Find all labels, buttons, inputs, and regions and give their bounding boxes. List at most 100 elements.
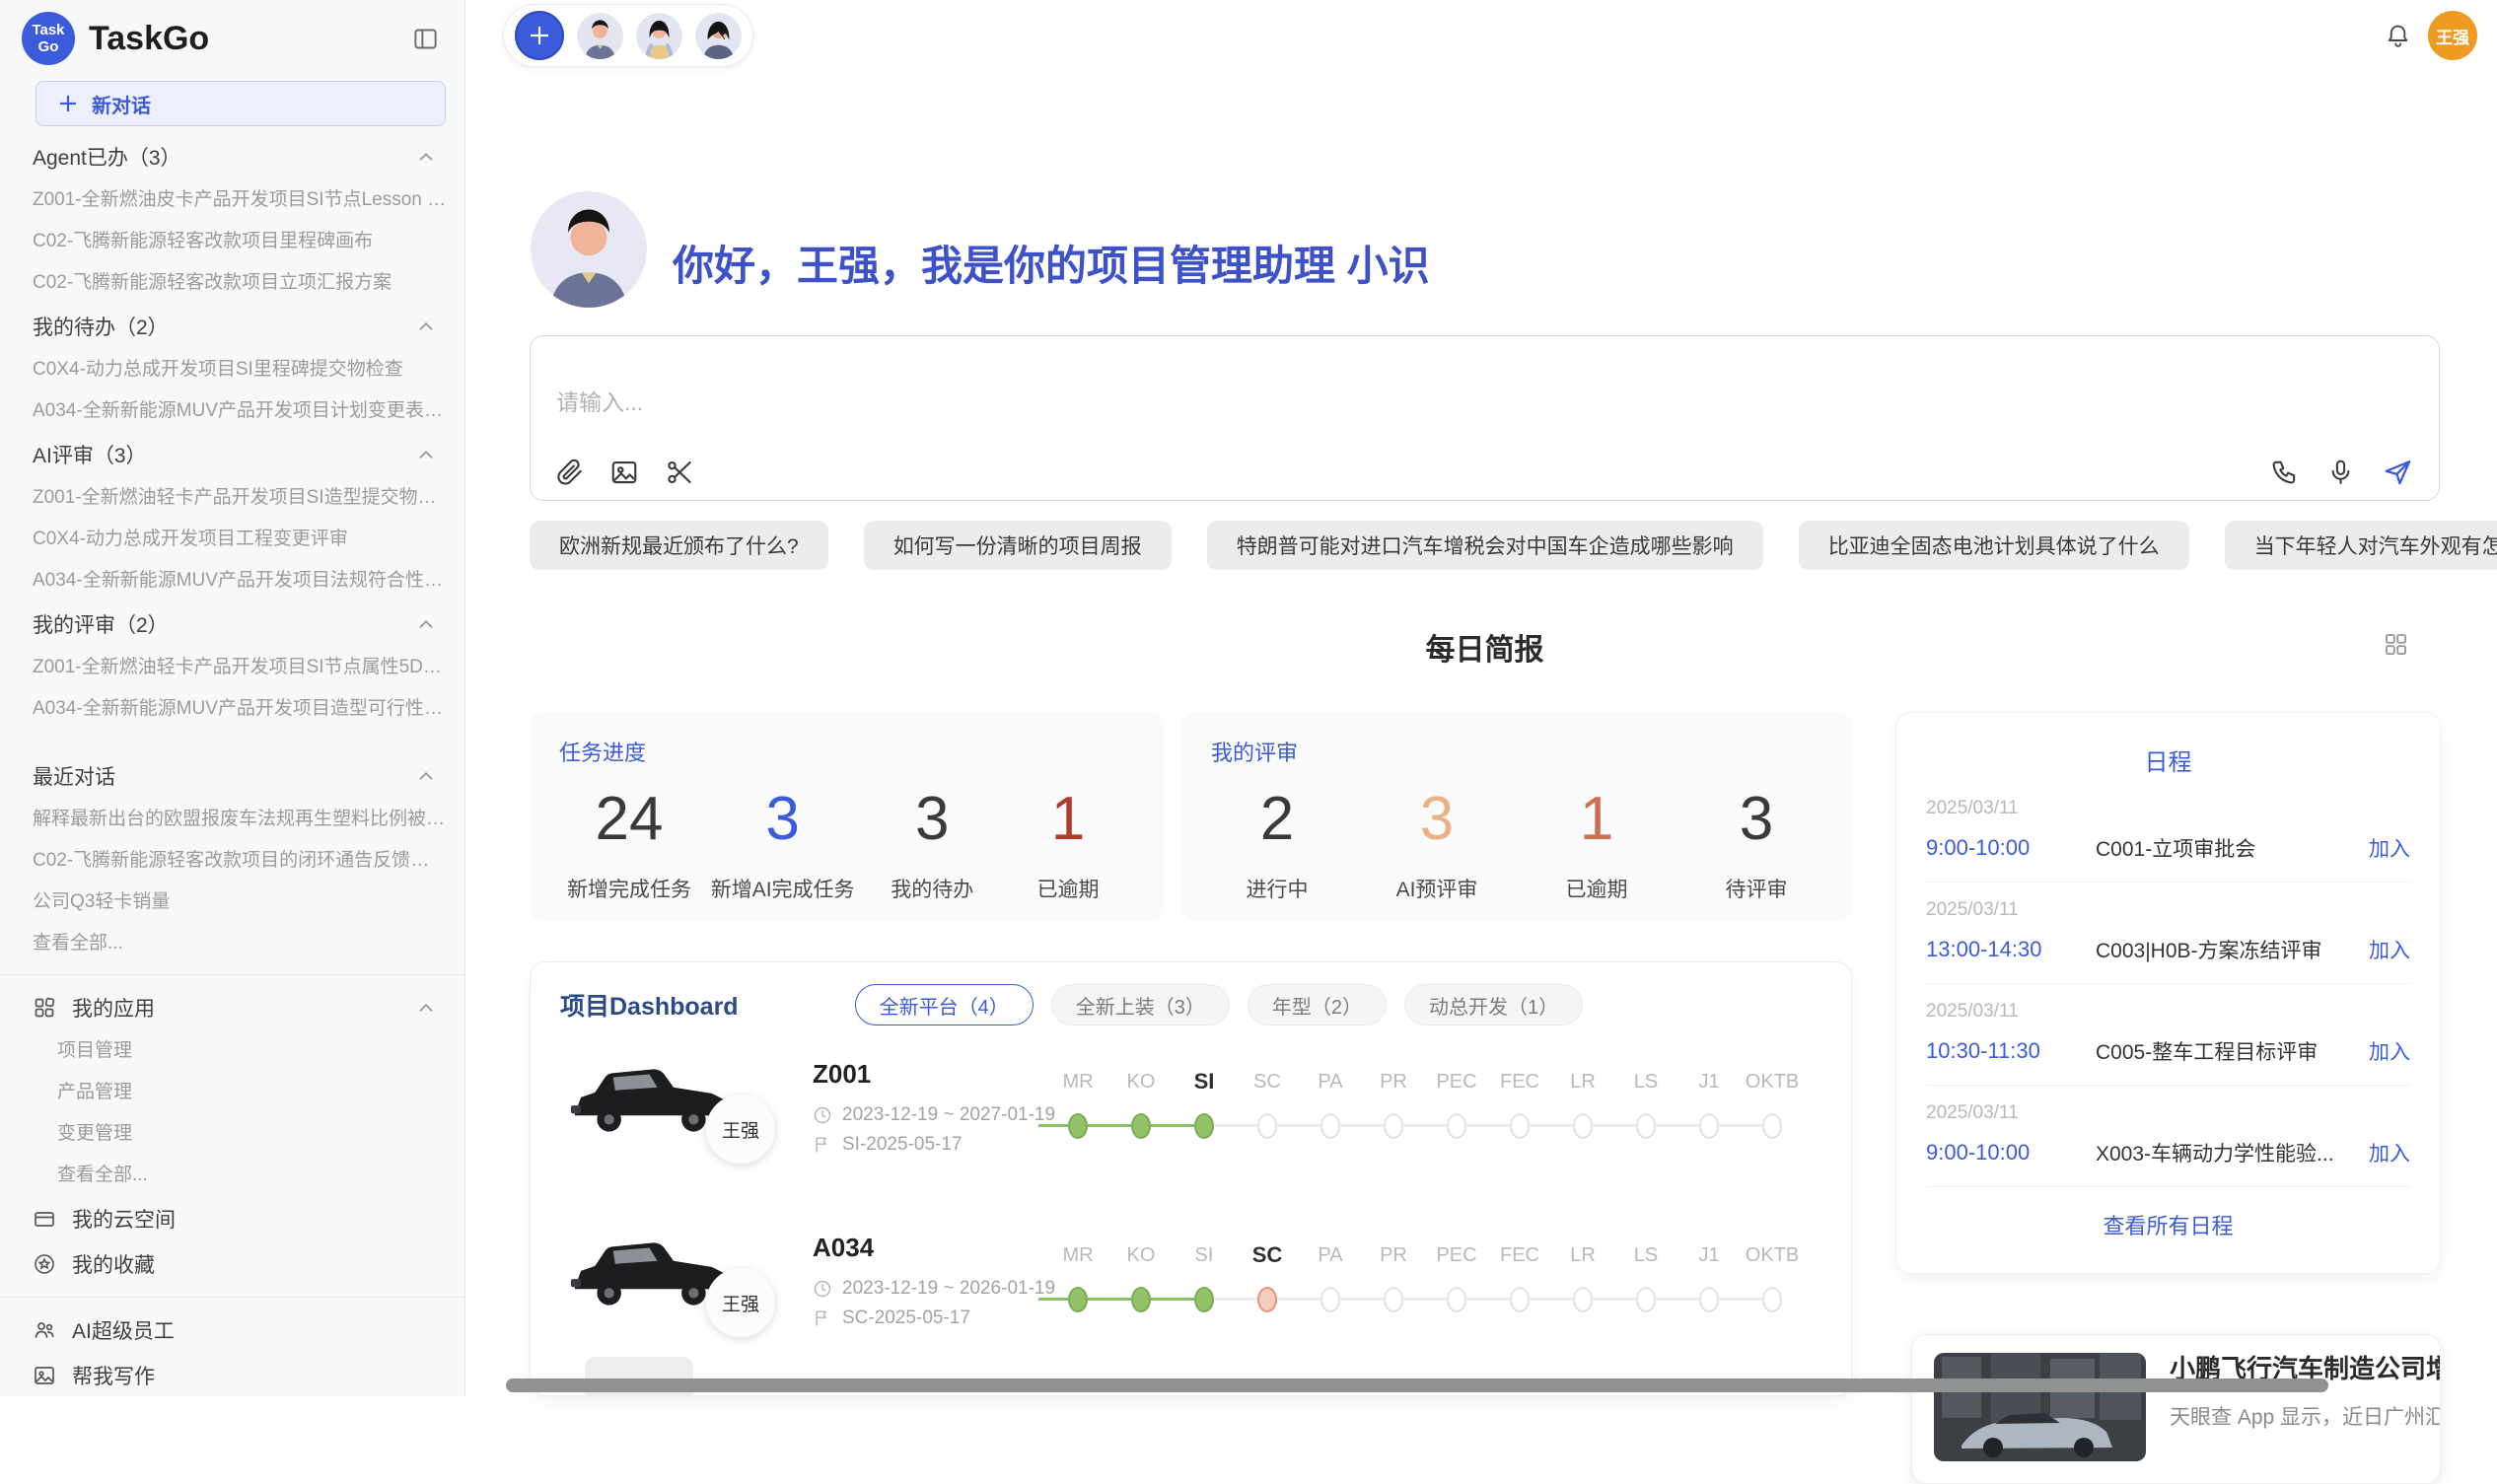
member-avatar[interactable] xyxy=(636,13,682,59)
member-avatar[interactable] xyxy=(577,13,623,59)
news-card[interactable]: 小鹏飞行汽车制造公司增资 天眼查 App 显示，近日广州汇天飞行汽... xyxy=(1911,1334,2441,1484)
stat-value: 1 xyxy=(1538,785,1655,854)
sidebar-item[interactable]: A034-全新新能源MUV产品开发项目计划变更表编写 xyxy=(0,390,464,432)
project-row[interactable]: 王强A0342023-12-19 ~ 2026-01-19SC-2025-05-… xyxy=(560,1225,1821,1373)
stat-value: 1 xyxy=(1010,785,1126,854)
schedule-panel: 日程 2025/03/119:00-10:00C001-立项审批会加入2025/… xyxy=(1895,712,2441,1274)
user-avatar[interactable]: 王强 xyxy=(2428,11,2477,60)
news-snippet: 天眼查 App 显示，近日广州汇天飞行汽... xyxy=(2170,1401,2441,1431)
suggestion-chip[interactable]: 比亚迪全固态电池计划具体说了什么 xyxy=(1799,521,2189,570)
join-link[interactable]: 加入 xyxy=(2369,1138,2410,1167)
chevron-up-icon xyxy=(415,765,437,787)
notification-bell-icon[interactable] xyxy=(2385,23,2411,49)
suggestion-chip[interactable]: 如何写一份清晰的项目周报 xyxy=(864,521,1172,570)
section-header[interactable]: 我的评审（2） xyxy=(0,601,464,647)
suggestion-chip[interactable]: 当下年轻人对汽车外观有怎样的喜好趋势 xyxy=(2225,521,2497,570)
sidebar-item[interactable]: Z001-全新燃油轻卡产品开发项目SI造型提交物评审 xyxy=(0,477,464,519)
sidebar-item[interactable]: A034-全新新能源MUV产品开发项目法规符合性评审 xyxy=(0,560,464,601)
app-item[interactable]: 变更管理 xyxy=(0,1113,464,1155)
horizontal-scrollbar[interactable] xyxy=(506,1378,2328,1392)
project-dashboard-card: 项目Dashboard 全新平台（4）全新上装（3）年型（2）动总开发（1） 王… xyxy=(530,961,1852,1396)
project-owner-avatar: 王强 xyxy=(706,1268,775,1337)
milestone-dot xyxy=(1636,1113,1656,1139)
section-label: AI评审（3） xyxy=(33,440,147,469)
milestone-dot xyxy=(1194,1113,1214,1139)
date-range: 2023-12-19 ~ 2027-01-19 xyxy=(842,1104,1055,1126)
section-header[interactable]: 我的待办（2） xyxy=(0,304,464,349)
milestone-label: LS xyxy=(1614,1071,1677,1094)
app-item[interactable]: 查看全部... xyxy=(0,1155,464,1196)
suggestion-chip[interactable]: 特朗普可能对进口汽车增税会对中国车企造成哪些影响 xyxy=(1207,521,1763,570)
sidebar-item-favorites[interactable]: 我的收藏 xyxy=(0,1241,464,1287)
dashboard-tab[interactable]: 全新上装（3） xyxy=(1051,984,1230,1025)
milestone-label: FEC xyxy=(1488,1071,1551,1094)
section-label: Agent已办（3） xyxy=(33,142,181,172)
schedule-time: 9:00-10:00 xyxy=(1926,1140,2096,1166)
recent-item[interactable]: 公司Q3轻卡销量 xyxy=(0,882,464,923)
new-chat-button[interactable]: 新对话 xyxy=(36,81,446,126)
sidebar-item-tool[interactable]: 帮我写作 xyxy=(0,1353,464,1396)
stat: 3待评审 xyxy=(1698,785,1815,903)
layout-grid-icon[interactable] xyxy=(2383,631,2409,658)
view-all-schedule-link[interactable]: 查看所有日程 xyxy=(1926,1209,2410,1240)
schedule-title: 日程 xyxy=(1926,742,2410,777)
section-header[interactable]: Agent已办（3） xyxy=(0,134,464,179)
sidebar-item[interactable]: C0X4-动力总成开发项目工程变更评审 xyxy=(0,519,464,560)
recent-item[interactable]: C02-飞腾新能源轻客改款项目的闭环通告反馈情况 xyxy=(0,840,464,882)
sidebar-section: 我的评审（2）Z001-全新燃油轻卡产品开发项目SI节点属性5D文件评审A034… xyxy=(0,601,464,730)
sidebar-item[interactable]: C02-飞腾新能源轻客改款项目里程碑画布 xyxy=(0,221,464,262)
apps-section-header[interactable]: 我的应用 xyxy=(0,985,464,1030)
join-link[interactable]: 加入 xyxy=(2369,935,2410,964)
app-item[interactable]: 项目管理 xyxy=(0,1030,464,1072)
project-row[interactable]: 王强Z0012023-12-19 ~ 2027-01-19SI-2025-05-… xyxy=(560,1051,1821,1199)
schedule-name: C005-整车工程目标评审 xyxy=(2096,1036,2369,1066)
microphone-icon[interactable] xyxy=(2326,458,2355,486)
milestone-dot xyxy=(1699,1287,1719,1312)
schedule-time: 10:30-11:30 xyxy=(1926,1038,2096,1064)
section-header[interactable]: AI评审（3） xyxy=(0,432,464,477)
sidebar-item[interactable]: Z001-全新燃油皮卡产品开发项目SI节点Lesson Learn报告 xyxy=(0,179,464,221)
sidebar: Task Go TaskGo 新对话 Agent已办（3）Z001-全新燃油皮卡… xyxy=(0,0,465,1396)
sidebar-item[interactable]: Z001-全新燃油轻卡产品开发项目SI节点属性5D文件评审 xyxy=(0,647,464,688)
plus-icon xyxy=(58,94,78,113)
milestone-dot xyxy=(1636,1287,1656,1312)
suggestion-chip[interactable]: 欧洲新规最近颁布了什么? xyxy=(530,521,828,570)
dashboard-tab[interactable]: 全新平台（4） xyxy=(855,984,1034,1025)
phone-call-icon[interactable] xyxy=(2270,458,2299,486)
stat-label: 我的待办 xyxy=(874,874,990,903)
chat-input[interactable] xyxy=(556,389,1937,416)
member-avatar[interactable] xyxy=(695,13,742,59)
milestone-label: PEC xyxy=(1425,1071,1488,1094)
milestone-label: MR xyxy=(1046,1244,1109,1267)
dashboard-tab[interactable]: 年型（2） xyxy=(1248,984,1387,1025)
sidebar-item[interactable]: A034-全新新能源MUV产品开发项目造型可行性评审 xyxy=(0,688,464,730)
sidebar-item-cloud-space[interactable]: 我的云空间 xyxy=(0,1196,464,1241)
milestone-label: KO xyxy=(1109,1244,1173,1267)
image-upload-icon[interactable] xyxy=(609,458,639,487)
dashboard-tab[interactable]: 动总开发（1） xyxy=(1404,984,1583,1025)
attachment-icon[interactable] xyxy=(554,458,584,487)
milestone-dot xyxy=(1762,1113,1782,1139)
project-code: A034 xyxy=(813,1233,1055,1263)
join-link[interactable]: 加入 xyxy=(2369,833,2410,863)
recent-item[interactable]: 查看全部... xyxy=(0,923,464,964)
stat-label: 已逾期 xyxy=(1010,874,1126,903)
sidebar-item[interactable]: C02-飞腾新能源轻客改款项目立项汇报方案 xyxy=(0,262,464,304)
recent-section-header[interactable]: 最近对话 xyxy=(0,753,464,799)
flag-icon xyxy=(813,1308,832,1328)
milestone-label: FEC xyxy=(1488,1244,1551,1267)
send-icon[interactable] xyxy=(2383,457,2413,487)
sidebar-collapse-icon[interactable] xyxy=(412,26,439,52)
sidebar-item-tool[interactable]: AI超级员工 xyxy=(0,1307,464,1353)
schedule-name: C003|H0B-方案冻结评审 xyxy=(2096,935,2369,964)
tool-label: AI超级员工 xyxy=(72,1315,175,1345)
new-chat-label: 新对话 xyxy=(92,90,151,118)
app-item[interactable]: 产品管理 xyxy=(0,1072,464,1113)
scissors-icon[interactable] xyxy=(665,458,694,487)
join-link[interactable]: 加入 xyxy=(2369,1036,2410,1066)
recent-item[interactable]: 解释最新出台的欧盟报废车法规再生塑料比例被调至15%... xyxy=(0,799,464,840)
suggestion-chips: 欧洲新规最近颁布了什么? 如何写一份清晰的项目周报特朗普可能对进口汽车增税会对中国… xyxy=(530,521,2440,570)
add-member-button[interactable] xyxy=(515,11,564,60)
sidebar-item[interactable]: C0X4-动力总成开发项目SI里程碑提交物检查 xyxy=(0,349,464,390)
chat-input-box[interactable] xyxy=(530,335,2440,501)
